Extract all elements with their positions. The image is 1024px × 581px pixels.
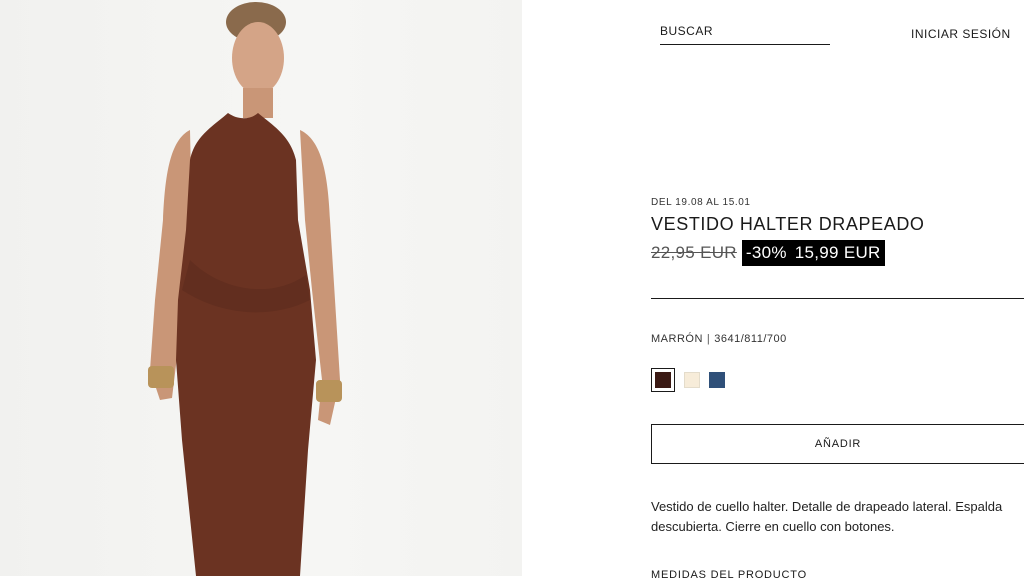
- product-image[interactable]: [0, 0, 522, 576]
- model-figure: [148, 2, 342, 576]
- color-info: MARRÓN | 3641/811/700: [651, 333, 787, 345]
- swatch-brown[interactable]: [651, 368, 675, 392]
- product-description: Vestido de cuello halter. Detalle de dra…: [651, 499, 1003, 534]
- price-block: 22,95 EUR -30% 15,99 EUR: [651, 240, 885, 266]
- add-to-cart-button[interactable]: AÑADIR: [651, 424, 1024, 464]
- divider: [651, 298, 1024, 299]
- color-swatches: [651, 368, 725, 392]
- swatch-brown-fill: [655, 372, 671, 388]
- login-link[interactable]: INICIAR SESIÓN: [911, 27, 1011, 41]
- current-price: 15,99 EUR: [794, 243, 881, 262]
- old-price: 22,95 EUR: [651, 243, 737, 262]
- color-separator: |: [706, 333, 711, 345]
- discount-label: -30%: [745, 243, 787, 262]
- sale-price-badge: -30% 15,99 EUR: [741, 240, 885, 266]
- color-name: MARRÓN: [651, 333, 703, 345]
- promo-dates: DEL 19.08 AL 15.01: [651, 197, 751, 208]
- swatch-blue[interactable]: [709, 372, 725, 388]
- search-input[interactable]: BUSCAR: [660, 24, 830, 45]
- product-measures-link[interactable]: MEDIDAS DEL PRODUCTO: [651, 569, 807, 581]
- swatch-cream[interactable]: [684, 372, 700, 388]
- product-reference: 3641/811/700: [714, 333, 787, 345]
- product-title: VESTIDO HALTER DRAPEADO: [651, 214, 925, 234]
